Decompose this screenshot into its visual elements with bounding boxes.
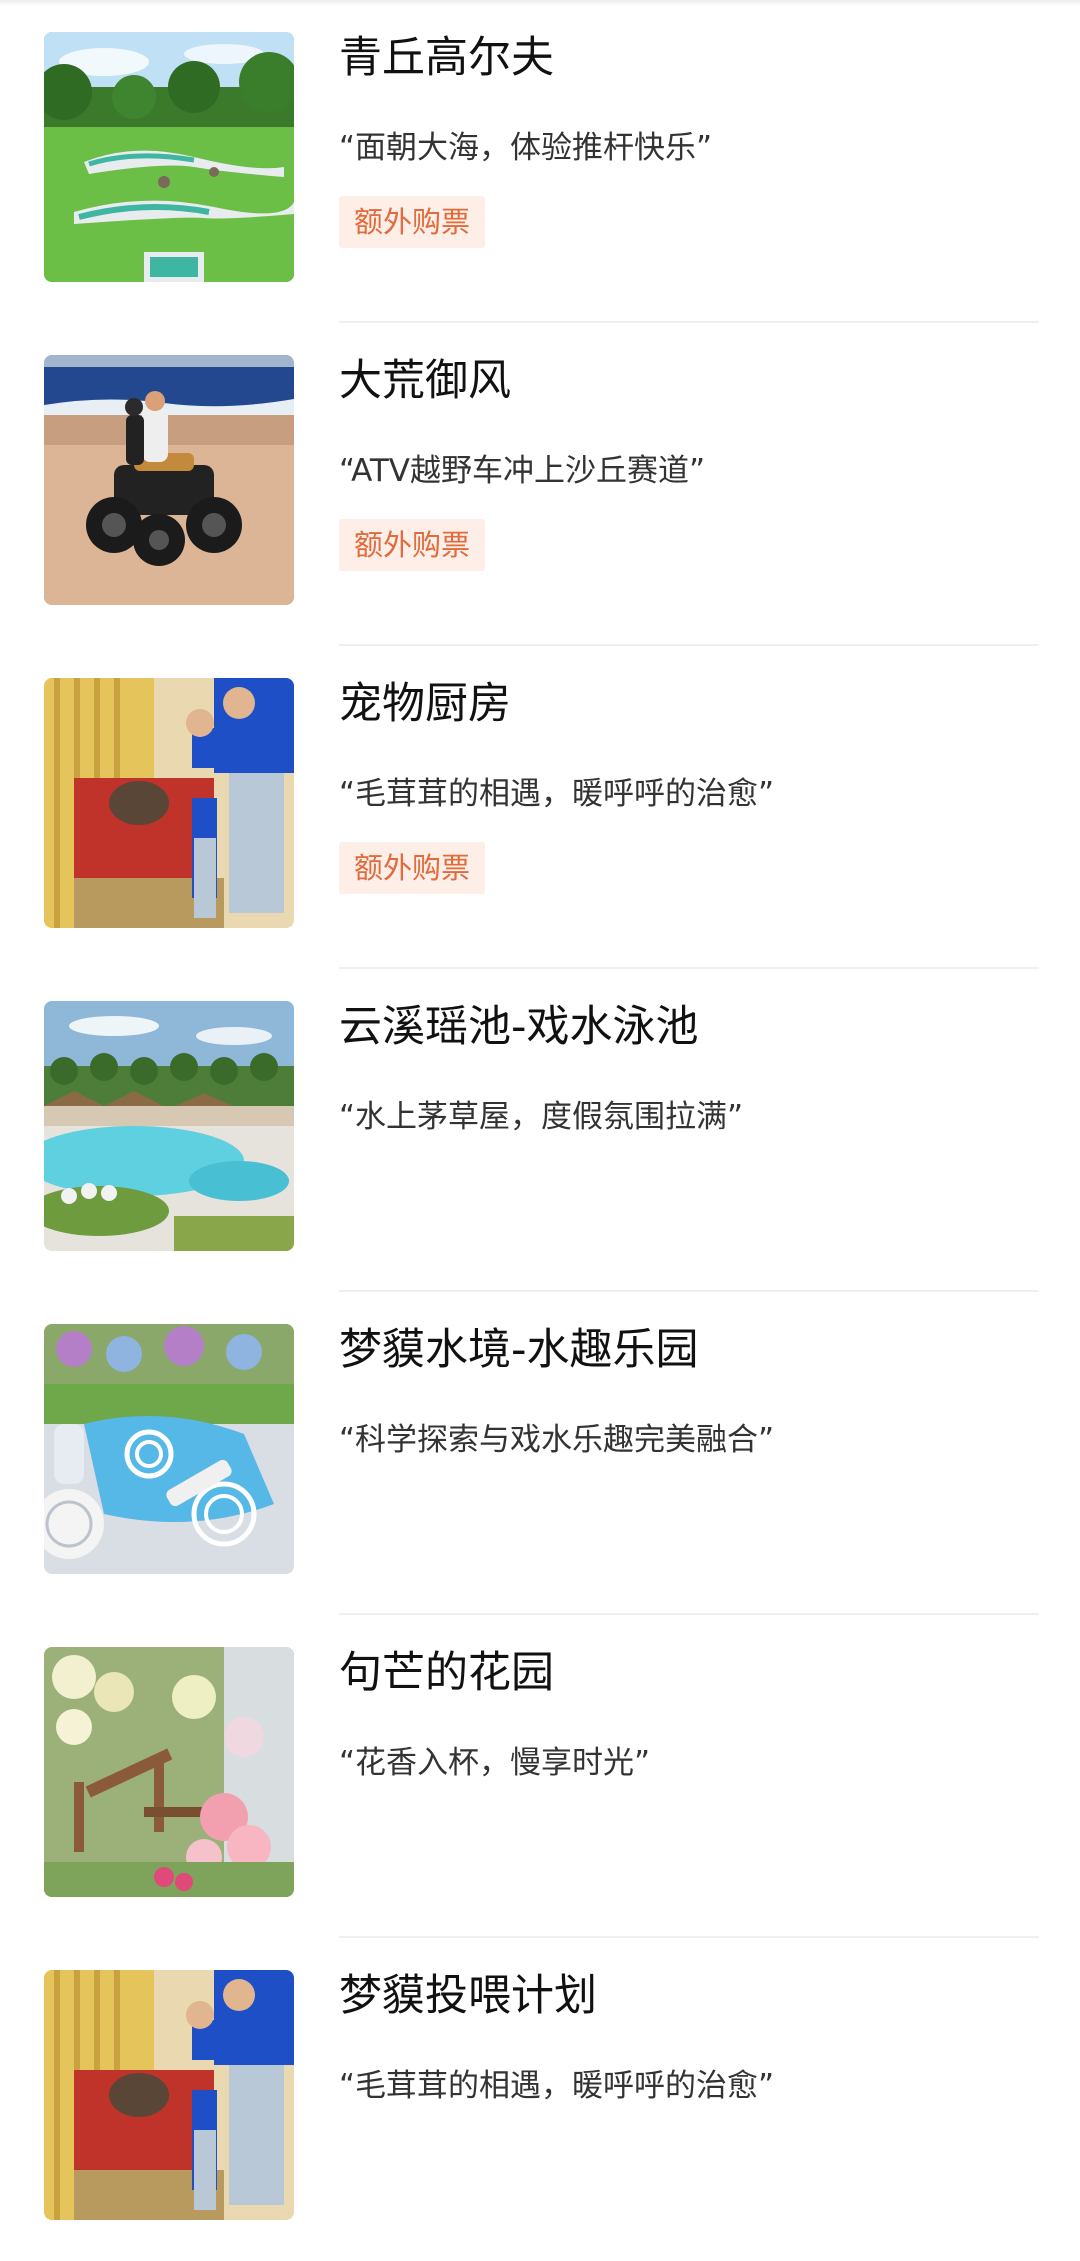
item-title: 大荒御风 bbox=[339, 356, 511, 406]
water-park-photo bbox=[44, 1324, 294, 1574]
list-item[interactable]: 大荒御风 “ATV越野车冲上沙丘赛道” 额外购票 bbox=[0, 323, 1080, 646]
item-description: “科学探索与戏水乐趣完美融合” bbox=[339, 1422, 775, 1458]
extra-ticket-badge[interactable]: 额外购票 bbox=[339, 842, 486, 894]
list-item[interactable]: 云溪瑶池-戏水泳池 “水上茅草屋，度假氛围拉满” bbox=[0, 969, 1080, 1292]
item-title: 宠物厨房 bbox=[339, 679, 511, 729]
pet-feeding-photo bbox=[44, 678, 294, 928]
list-item[interactable]: 句芒的花园 “花香入杯，慢享时光” bbox=[0, 1615, 1080, 1938]
item-description: “面朝大海，体验推杆快乐” bbox=[339, 130, 713, 166]
list-item[interactable]: 青丘高尔夫 “面朝大海，体验推杆快乐” 额外购票 bbox=[0, 0, 1080, 323]
list-item[interactable]: 宠物厨房 “毛茸茸的相遇，暖呼呼的治愈” 额外购票 bbox=[0, 646, 1080, 969]
atv-beach-photo bbox=[44, 355, 294, 605]
list-item[interactable]: 梦貘水境-水趣乐园 “科学探索与戏水乐趣完美融合” bbox=[0, 1292, 1080, 1615]
item-title: 句芒的花园 bbox=[339, 1648, 554, 1698]
item-description: “毛茸茸的相遇，暖呼呼的治愈” bbox=[339, 2068, 775, 2104]
item-description: “毛茸茸的相遇，暖呼呼的治愈” bbox=[339, 776, 775, 812]
pet-feeding-photo bbox=[44, 1970, 294, 2220]
item-title: 云溪瑶池-戏水泳池 bbox=[339, 1002, 699, 1052]
item-description: “ATV越野车冲上沙丘赛道” bbox=[339, 453, 706, 489]
golf-course-photo bbox=[44, 32, 294, 282]
item-description: “花香入杯，慢享时光” bbox=[339, 1745, 651, 1781]
item-title: 梦貘投喂计划 bbox=[339, 1971, 597, 2021]
extra-ticket-badge[interactable]: 额外购票 bbox=[339, 519, 486, 571]
item-title: 青丘高尔夫 bbox=[339, 33, 554, 83]
extra-ticket-badge[interactable]: 额外购票 bbox=[339, 196, 486, 248]
flower-garden-photo bbox=[44, 1647, 294, 1897]
item-title: 梦貘水境-水趣乐园 bbox=[339, 1325, 699, 1375]
list-item[interactable]: 梦貘投喂计划 “毛茸茸的相遇，暖呼呼的治愈” bbox=[0, 1938, 1080, 2261]
pool-photo bbox=[44, 1001, 294, 1251]
item-description: “水上茅草屋，度假氛围拉满” bbox=[339, 1099, 744, 1135]
